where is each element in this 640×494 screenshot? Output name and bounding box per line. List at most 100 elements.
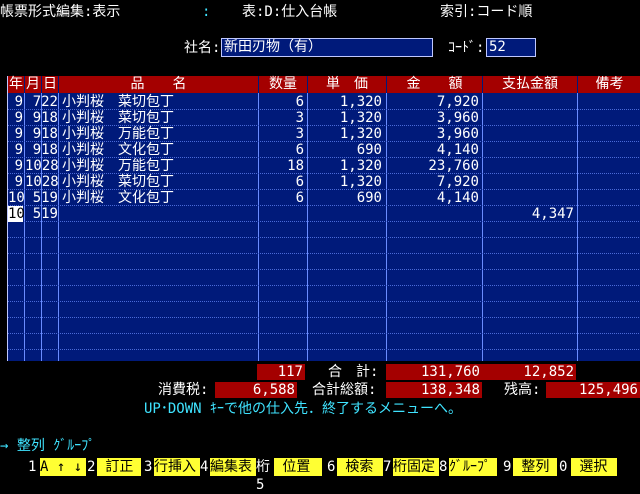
cell-month-day: 519	[32, 190, 58, 206]
cell-price: 1,320	[339, 110, 382, 126]
balance-label: 残高:	[504, 382, 541, 398]
cell-year: 9	[14, 110, 23, 126]
cell-year: 9	[14, 126, 23, 142]
cell-paid	[483, 158, 574, 174]
cell-amount: 4,140	[436, 142, 479, 158]
total-qty: 117	[257, 364, 305, 380]
cell-year: 10	[8, 190, 25, 206]
cell-price: 1,320	[339, 158, 382, 174]
cell-month-day: 918	[32, 110, 58, 126]
cell-year: 9	[14, 174, 23, 190]
cell-month-day: 918	[32, 126, 58, 142]
cell-price: 1,320	[339, 94, 382, 110]
function-key-number: 7	[383, 459, 392, 475]
header-separator: :	[202, 4, 211, 20]
row-divider	[8, 237, 640, 238]
function-key-number: 8	[439, 459, 448, 475]
cell-item: 小判桜 菜切包丁	[62, 110, 174, 126]
cell-amount: 23,760	[428, 158, 479, 174]
cell-paid	[483, 94, 574, 110]
cell-amount	[387, 206, 479, 222]
cell-price: 690	[356, 142, 382, 158]
row-divider	[8, 269, 640, 270]
grand-total-value: 138,348	[386, 382, 482, 398]
cell-amount: 4,140	[436, 190, 479, 206]
code-label: ｺｰﾄﾞ:	[448, 40, 485, 56]
cell-item: 小判桜 万能包丁	[62, 158, 174, 174]
function-key-number: 6	[327, 459, 336, 475]
cell-year: 9	[14, 142, 23, 158]
cell-qty	[259, 206, 304, 222]
column-header-day: 日	[42, 76, 58, 93]
grand-total-label: 合計総額:	[312, 382, 377, 398]
cell-price	[308, 206, 382, 222]
form-edit-mode: 帳票形式編集:表示	[0, 4, 121, 20]
function-key-button[interactable]: A ↑ ↓	[40, 458, 86, 476]
cell-year: 9	[14, 94, 23, 110]
function-key-button[interactable]: 選択	[571, 458, 617, 476]
code-field[interactable]: 52	[486, 38, 536, 57]
cell-item: 小判桜 文化包丁	[62, 190, 174, 206]
function-key-button[interactable]: 桁固定	[393, 458, 439, 476]
cell-paid	[483, 174, 574, 190]
company-label: 社名:	[184, 40, 221, 56]
total-label: 合 計:	[328, 364, 379, 380]
cell-qty: 3	[295, 110, 304, 126]
cell-qty: 18	[287, 158, 304, 174]
cell-qty: 6	[295, 190, 304, 206]
cell-paid	[483, 110, 574, 126]
cell-qty: 6	[295, 174, 304, 190]
function-key-number: 3	[144, 459, 153, 475]
column-header-amount: 金 額	[387, 76, 482, 93]
row-divider	[8, 349, 640, 350]
table-name: 表:D:仕入台帳	[242, 4, 338, 20]
status-message: UP･DOWN ｷｰで他の仕入先．終了するメニューへ。	[144, 401, 462, 417]
function-key-button[interactable]: 検索	[337, 458, 383, 476]
company-name-field[interactable]: 新田刃物（有）	[221, 38, 433, 57]
column-header-paid: 支払金額	[483, 76, 577, 93]
cell-paid	[483, 142, 574, 158]
index-order: 索引:コード順	[440, 4, 533, 20]
row-divider	[8, 285, 640, 286]
tax-label: 消費税:	[158, 382, 209, 398]
function-key-button[interactable]: ｸﾞﾙｰﾌﾟ	[449, 458, 497, 476]
function-key-button[interactable]: 行挿入	[154, 458, 200, 476]
cell-paid	[483, 126, 574, 142]
cell-qty: 3	[295, 126, 304, 142]
column-divider	[577, 93, 578, 361]
function-key-number: 4	[200, 459, 209, 475]
cell-paid: 4,347	[531, 206, 574, 222]
cell-item: 小判桜 万能包丁	[62, 126, 174, 142]
cell-price: 690	[356, 190, 382, 206]
ledger-table: 年 月 日 品 名 数量 単 価 金 額 支払金額 備考 9 722 小判桜 菜切包…	[7, 76, 640, 361]
function-key-number: 0	[559, 459, 568, 475]
column-header-year: 年	[8, 76, 24, 93]
function-key-number: 1	[28, 459, 37, 475]
row-divider	[8, 333, 640, 334]
total-paid: 12,852	[482, 364, 576, 380]
cell-month-day: 918	[32, 142, 58, 158]
mode-line: → 整列 ｸﾞﾙｰﾌﾟ	[0, 438, 96, 454]
cell-year: 9	[14, 158, 23, 174]
cursor-cell[interactable]: 10	[8, 206, 25, 222]
cell-month-day: 519	[32, 206, 58, 222]
cell-item: 小判桜 菜切包丁	[62, 94, 174, 110]
function-key-number: 2	[87, 459, 96, 475]
balance-value: 125,496	[546, 382, 640, 398]
column-header-notes: 備考	[578, 76, 640, 93]
cell-qty: 6	[295, 142, 304, 158]
cell-month-day: 722	[32, 94, 58, 110]
cell-amount: 3,960	[436, 126, 479, 142]
function-key-button[interactable]: 編集表	[210, 458, 256, 476]
function-key-button[interactable]: 訂正	[97, 458, 141, 476]
function-key-button[interactable]: 位置	[274, 458, 322, 476]
function-key-button[interactable]: 整列	[513, 458, 557, 476]
cell-amount: 7,920	[436, 174, 479, 190]
cell-month-day: 1028	[25, 158, 59, 174]
row-divider	[8, 317, 640, 318]
column-divider	[58, 93, 59, 361]
row-divider	[8, 253, 640, 254]
function-key-number: 桁5	[256, 459, 270, 493]
cell-price: 1,320	[339, 126, 382, 142]
cell-item: 小判桜 菜切包丁	[62, 174, 174, 190]
